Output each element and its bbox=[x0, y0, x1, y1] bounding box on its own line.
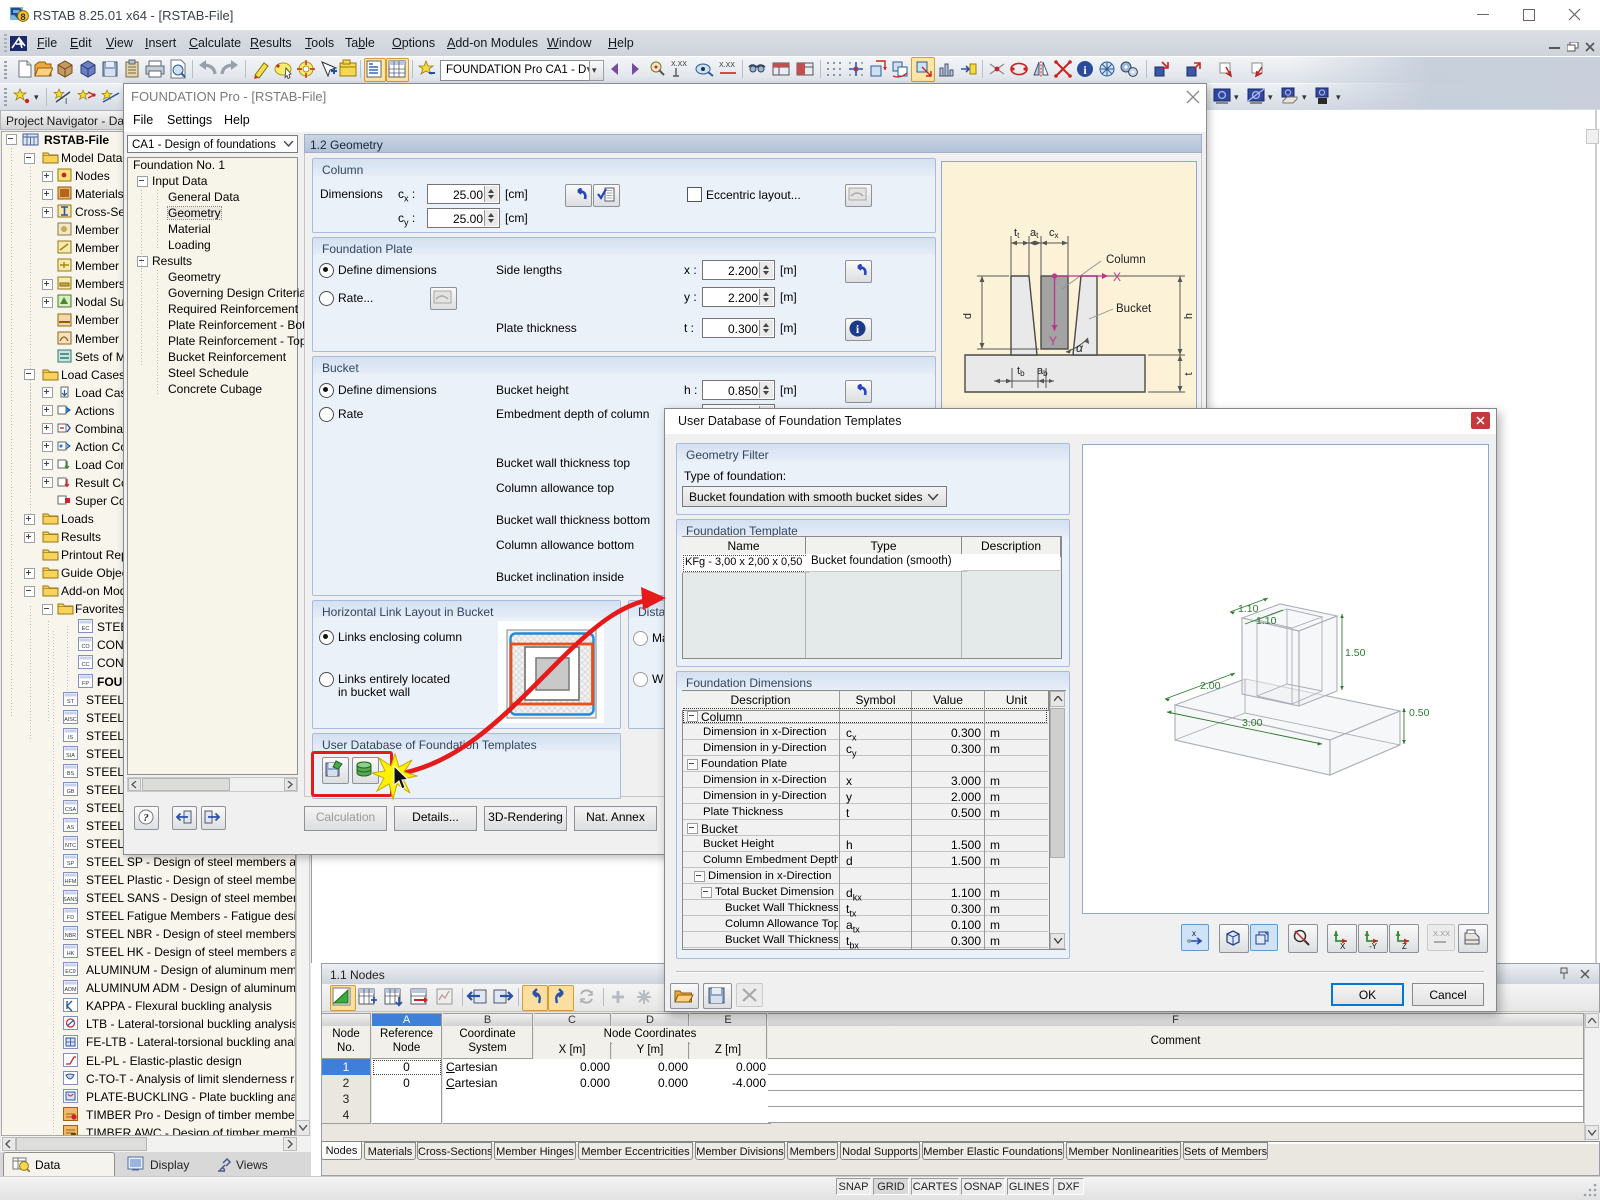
svg-text:AS: AS bbox=[67, 825, 75, 831]
svg-text:SP: SP bbox=[67, 861, 75, 867]
svg-text:SIA: SIA bbox=[66, 753, 75, 759]
svg-text:FD: FD bbox=[67, 915, 74, 921]
svg-text:AISC: AISC bbox=[64, 717, 77, 723]
svg-text:8: 8 bbox=[20, 12, 25, 22]
svg-text:SANS: SANS bbox=[63, 897, 78, 903]
svg-text:Z: Z bbox=[1402, 942, 1407, 949]
svg-text:3.00: 3.00 bbox=[1242, 717, 1263, 729]
svg-text:EC: EC bbox=[82, 626, 90, 632]
svg-text:Column: Column bbox=[1106, 254, 1146, 266]
svg-text:ADM: ADM bbox=[65, 987, 77, 993]
svg-text:CO: CO bbox=[81, 644, 89, 650]
svg-text:cx: cx bbox=[1049, 227, 1059, 240]
svg-text:X: X bbox=[1340, 942, 1346, 949]
svg-text:t: t bbox=[1183, 372, 1195, 375]
svg-text:X.XX: X.XX bbox=[671, 61, 687, 68]
svg-text:tt: tt bbox=[1014, 227, 1020, 240]
svg-text:X.XX: X.XX bbox=[1433, 929, 1450, 938]
svg-text:-Y: -Y bbox=[1369, 942, 1378, 949]
svg-text:NBR: NBR bbox=[65, 933, 76, 939]
svg-text:1.10: 1.10 bbox=[1238, 603, 1259, 615]
svg-text:1.10: 1.10 bbox=[1256, 615, 1277, 627]
svg-text:x: x bbox=[1192, 929, 1196, 938]
svg-text:0.50: 0.50 bbox=[1409, 707, 1430, 719]
svg-text:ST: ST bbox=[67, 699, 75, 705]
svg-text:HK: HK bbox=[67, 951, 75, 957]
svg-text:BS: BS bbox=[67, 771, 75, 777]
svg-text:NTC: NTC bbox=[65, 843, 76, 849]
svg-text:2.00: 2.00 bbox=[1200, 680, 1221, 692]
svg-text:Y: Y bbox=[1049, 334, 1057, 348]
svg-text:IS: IS bbox=[68, 735, 73, 741]
svg-text:EC9: EC9 bbox=[65, 969, 76, 975]
svg-text:GB: GB bbox=[67, 789, 75, 795]
svg-text:CC: CC bbox=[82, 662, 90, 668]
svg-text:Bucket: Bucket bbox=[1116, 303, 1152, 315]
svg-text:FP: FP bbox=[82, 681, 89, 687]
svg-text:1.50: 1.50 bbox=[1345, 647, 1366, 659]
svg-text:h: h bbox=[1183, 313, 1195, 319]
svg-text:d: d bbox=[962, 313, 974, 319]
svg-text:X: X bbox=[1113, 270, 1121, 284]
svg-text:X.XX: X.XX bbox=[719, 62, 735, 69]
svg-text:I: I bbox=[65, 97, 67, 106]
svg-text:α: α bbox=[1076, 341, 1084, 355]
svg-text:CSA: CSA bbox=[65, 807, 76, 813]
svg-text:HFM: HFM bbox=[65, 879, 77, 885]
svg-text:?: ? bbox=[143, 812, 149, 824]
svg-text:at: at bbox=[1030, 227, 1039, 240]
